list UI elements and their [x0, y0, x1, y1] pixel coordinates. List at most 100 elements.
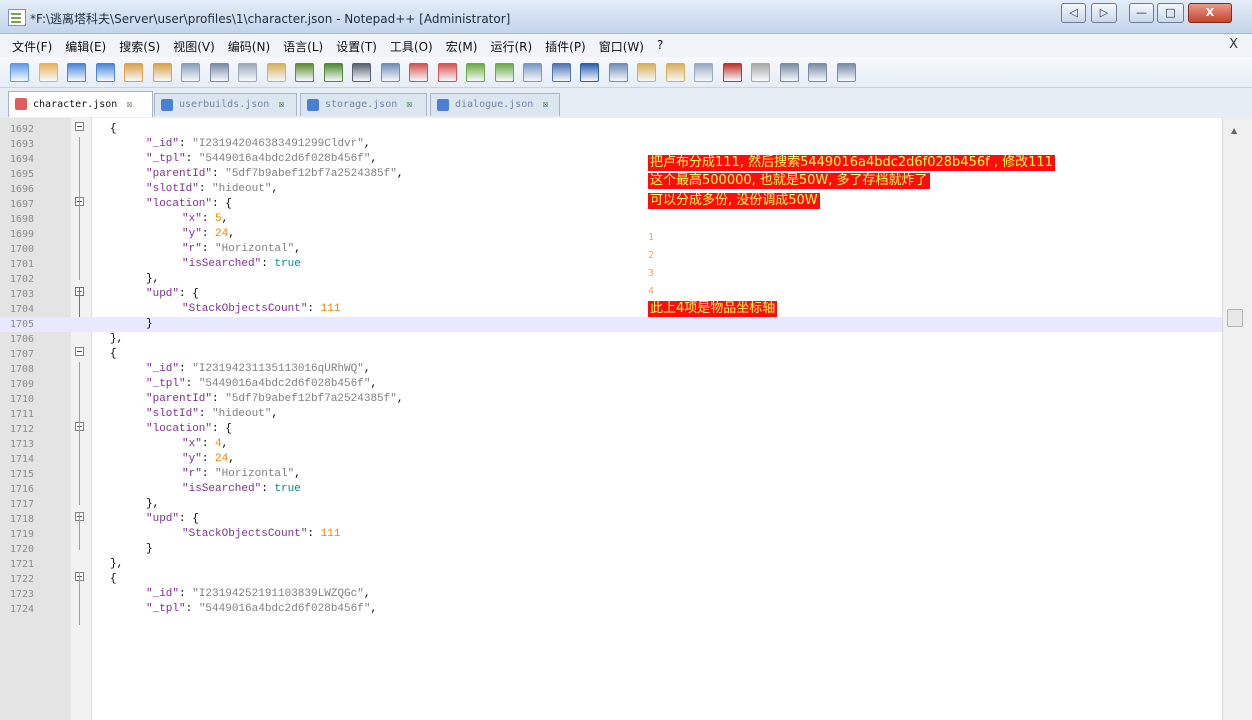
code-line[interactable]: 1714 "y": 24,	[0, 452, 1222, 467]
close-all-icon[interactable]	[152, 63, 172, 82]
monitor-icon[interactable]	[694, 63, 713, 82]
menu-item[interactable]: ?	[657, 38, 663, 55]
maximize-button[interactable]: □	[1157, 3, 1184, 23]
code-line[interactable]: 1692 {	[0, 122, 1222, 137]
code-line[interactable]: 1700 "r": "Horizontal",	[0, 242, 1222, 257]
copy-icon[interactable]	[238, 63, 257, 82]
scroll-up-icon[interactable]: ▲	[1231, 126, 1237, 135]
print-icon[interactable]	[181, 63, 200, 82]
save-icon[interactable]	[67, 63, 86, 82]
close-icon[interactable]	[124, 63, 143, 82]
code-line[interactable]: 1707 {	[0, 347, 1222, 362]
close-button[interactable]: X	[1188, 3, 1232, 23]
code-line[interactable]: 1708 "_id": "I23194231135113016qURhWQ",	[0, 362, 1222, 377]
code-line[interactable]: 1721},	[0, 557, 1222, 572]
find-icon[interactable]	[352, 63, 371, 82]
code-line[interactable]: 1711 "slotId": "hideout",	[0, 407, 1222, 422]
tab-storage-json[interactable]: storage.json ☒	[300, 93, 427, 116]
code-line[interactable]: 1705}	[0, 317, 1222, 332]
sync-horizontal-icon[interactable]	[494, 63, 514, 82]
run-macro-multiple-icon[interactable]	[808, 63, 827, 82]
menu-item[interactable]: 插件(P)	[545, 38, 586, 55]
code-line[interactable]: 1724 "_tpl": "5449016a4bdc2d6f028b456f",	[0, 602, 1222, 617]
tab-close-icon[interactable]: ☒	[542, 94, 548, 116]
menu-item[interactable]: 编码(N)	[228, 38, 270, 55]
code-line[interactable]: 1696 "slotId": "hideout",	[0, 182, 1222, 197]
stop-macro-icon[interactable]	[751, 63, 770, 82]
wrap-icon[interactable]	[523, 63, 542, 82]
show-all-icon[interactable]	[551, 63, 571, 82]
forward-button[interactable]: ▷	[1091, 3, 1117, 23]
close-document-button[interactable]: X	[1229, 37, 1238, 52]
replace-icon[interactable]	[380, 63, 400, 82]
tab-close-icon[interactable]: ☒	[406, 94, 412, 116]
code-line[interactable]: 1706},	[0, 332, 1222, 347]
vertical-scrollbar[interactable]: ▲	[1222, 118, 1252, 720]
code-text: {	[110, 123, 117, 135]
function-list-icon[interactable]	[637, 63, 656, 82]
annotation-note-line-1: 把卢布分成111, 然后搜索5449016a4bdc2d6f028b456f ,…	[648, 155, 1055, 171]
menu-item[interactable]: 宏(M)	[446, 38, 478, 55]
code-line[interactable]: 1701 "isSearched": true	[0, 257, 1222, 272]
folder-workspace-icon[interactable]	[665, 63, 685, 82]
line-number: 1700	[10, 244, 35, 255]
new-file-icon[interactable]	[10, 63, 29, 82]
code-text: },	[146, 498, 160, 510]
code-line[interactable]: 1702},	[0, 272, 1222, 287]
code-line[interactable]: 1716 "isSearched": true	[0, 482, 1222, 497]
redo-icon[interactable]	[323, 63, 343, 82]
menu-item[interactable]: 搜索(S)	[119, 38, 160, 55]
code-line[interactable]: 1698 "x": 5,	[0, 212, 1222, 227]
code-line[interactable]: 1722 {	[0, 572, 1222, 587]
tab-userbuilds-json[interactable]: userbuilds.json ☒	[154, 93, 297, 116]
line-number: 1706	[10, 334, 35, 345]
tab-dialogue-json[interactable]: dialogue.json ☒	[430, 93, 560, 116]
menu-item[interactable]: 工具(O)	[390, 38, 433, 55]
menu-item[interactable]: 设置(T)	[336, 38, 377, 55]
menu-item[interactable]: 窗口(W)	[599, 38, 644, 55]
code-line[interactable]: 1699 "y": 24,	[0, 227, 1222, 242]
tab-character-json[interactable]: character.json ☒	[8, 91, 153, 117]
code-line[interactable]: 1710 "parentId": "5df7b9abef12bf7a2524385…	[0, 392, 1222, 407]
code-editor[interactable]: 1692 {1693 "_id": "I231942046383491299Cldv…	[0, 118, 1222, 720]
zoom-out-icon[interactable]	[437, 63, 457, 82]
save-state-icon	[15, 98, 27, 110]
code-line[interactable]: 1719 "StackObjectsCount": 111	[0, 527, 1222, 542]
menu-item[interactable]: 文件(F)	[12, 38, 52, 55]
record-macro-icon[interactable]	[722, 63, 742, 82]
code-line[interactable]: 1713 "x": 4,	[0, 437, 1222, 452]
code-line[interactable]: 1712 "location": {	[0, 422, 1222, 437]
menu-item[interactable]: 运行(R)	[490, 38, 532, 55]
undo-icon[interactable]	[295, 63, 314, 82]
save-all-icon[interactable]	[95, 63, 115, 82]
tab-close-icon[interactable]: ☒	[278, 94, 284, 116]
cut-icon[interactable]	[209, 63, 229, 82]
scroll-thumb[interactable]	[1227, 309, 1243, 327]
title-bar: *F:\逃离塔科夫\Server\user\profiles\1\charact…	[0, 0, 1252, 34]
sync-vertical-icon[interactable]	[466, 63, 485, 82]
code-line[interactable]: 1697 "location": {	[0, 197, 1222, 212]
code-line[interactable]: 1703 "upd": {	[0, 287, 1222, 302]
save-macro-icon[interactable]	[836, 63, 856, 82]
code-line[interactable]: 1720}	[0, 542, 1222, 557]
menu-item[interactable]: 语言(L)	[283, 38, 323, 55]
menu-item[interactable]: 视图(V)	[173, 38, 215, 55]
notepad-plus-plus-icon	[8, 9, 26, 26]
code-line[interactable]: 1709 "_tpl": "5449016a4bdc2d6f028b456f",	[0, 377, 1222, 392]
menu-item[interactable]: 编辑(E)	[65, 38, 106, 55]
back-button[interactable]: ◁	[1061, 3, 1086, 23]
play-macro-icon[interactable]	[779, 63, 799, 82]
minimize-button[interactable]: —	[1129, 3, 1154, 23]
zoom-in-icon[interactable]	[409, 63, 428, 82]
code-line[interactable]: 1704 "StackObjectsCount": 111	[0, 302, 1222, 317]
indent-guide-icon[interactable]	[580, 63, 599, 82]
code-line[interactable]: 1718 "upd": {	[0, 512, 1222, 527]
code-line[interactable]: 1715 "r": "Horizontal",	[0, 467, 1222, 482]
tab-close-icon[interactable]: ☒	[126, 92, 132, 117]
open-file-icon[interactable]	[38, 63, 58, 82]
code-line[interactable]: 1693 "_id": "I231942046383491299Cldvr",	[0, 137, 1222, 152]
code-line[interactable]: 1717},	[0, 497, 1222, 512]
code-line[interactable]: 1723 "_id": "I23194252191103839LWZQGc",	[0, 587, 1222, 602]
paste-icon[interactable]	[266, 63, 286, 82]
doc-map-icon[interactable]	[608, 63, 628, 82]
